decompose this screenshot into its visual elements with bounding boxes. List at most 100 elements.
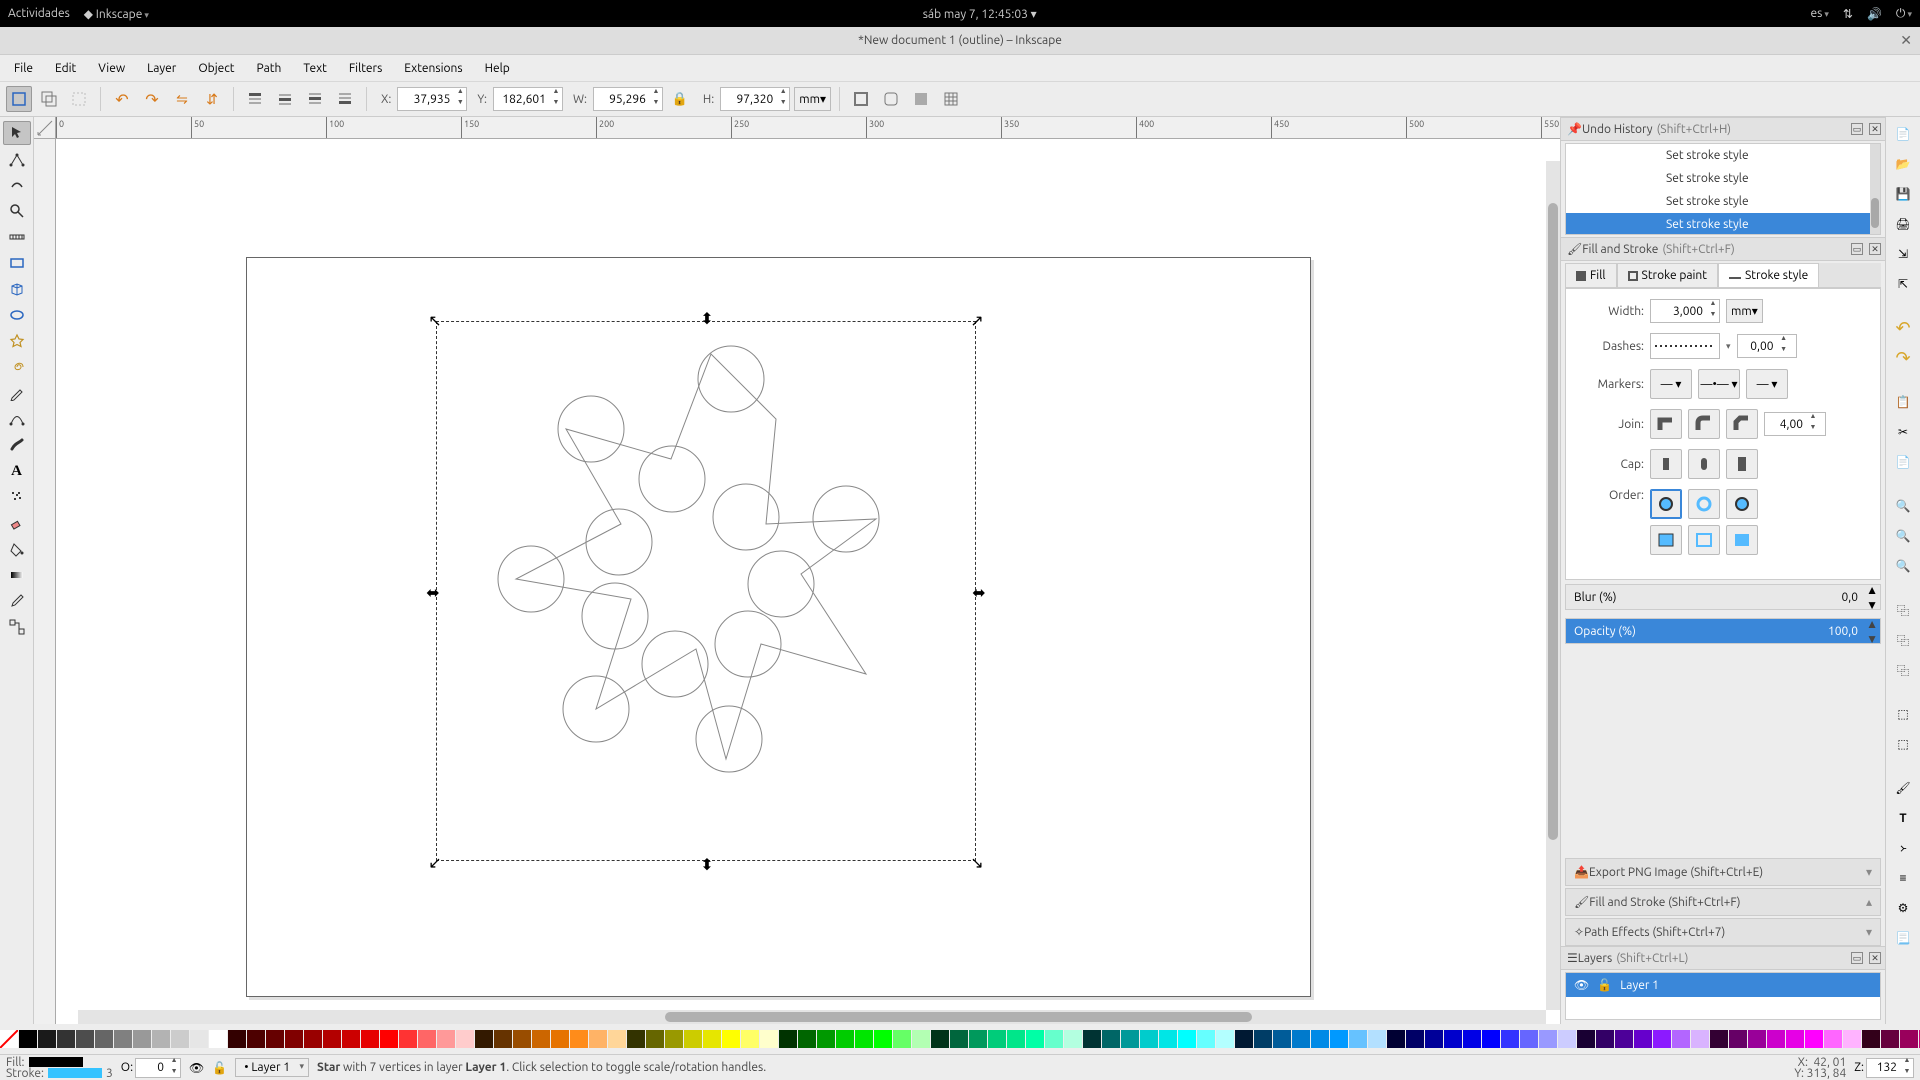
flip-v-button[interactable]: ⇵: [199, 86, 225, 112]
color-swatch[interactable]: [1672, 1030, 1690, 1048]
layers-list[interactable]: 👁 🔓 Layer 1: [1565, 972, 1881, 1020]
pencil-tool[interactable]: [3, 381, 31, 405]
tab-fill[interactable]: Fill: [1565, 263, 1617, 287]
history-item-selected[interactable]: Set stroke style: [1566, 213, 1880, 235]
color-swatch[interactable]: [190, 1030, 208, 1048]
color-swatch[interactable]: [361, 1030, 379, 1048]
color-swatch[interactable]: [323, 1030, 341, 1048]
menu-path[interactable]: Path: [247, 58, 292, 79]
select-all-layers-button[interactable]: [6, 86, 32, 112]
rotate-ccw-button[interactable]: ↶: [109, 86, 135, 112]
zoom-drawing-button[interactable]: 🔍: [1890, 523, 1916, 549]
print-button[interactable]: 🖨: [1890, 211, 1916, 237]
color-swatch[interactable]: [1767, 1030, 1785, 1048]
sel-handle-nw[interactable]: ↖: [428, 313, 442, 327]
measure-tool[interactable]: [3, 225, 31, 249]
color-swatch[interactable]: [228, 1030, 246, 1048]
color-swatch[interactable]: [475, 1030, 493, 1048]
color-swatch[interactable]: [1159, 1030, 1177, 1048]
stroke-width-input[interactable]: ▲▼: [1650, 299, 1720, 323]
color-swatch[interactable]: [1102, 1030, 1120, 1048]
save-button[interactable]: 💾: [1890, 181, 1916, 207]
lock-wh-button[interactable]: 🔒: [667, 86, 693, 112]
scale-corners-button[interactable]: [878, 86, 904, 112]
spray-tool[interactable]: [3, 485, 31, 509]
color-swatch[interactable]: [874, 1030, 892, 1048]
color-swatch[interactable]: [1083, 1030, 1101, 1048]
color-swatch[interactable]: [779, 1030, 797, 1048]
layer-visible-icon[interactable]: 👁: [1574, 978, 1589, 992]
window-close-button[interactable]: ✕: [1900, 32, 1912, 49]
layer-name[interactable]: Layer 1: [1620, 979, 1659, 992]
menu-file[interactable]: File: [4, 58, 43, 79]
color-swatch[interactable]: [1634, 1030, 1652, 1048]
color-swatch[interactable]: [1026, 1030, 1044, 1048]
color-swatch[interactable]: [1862, 1030, 1880, 1048]
flip-h-button[interactable]: ⇋: [169, 86, 195, 112]
cap-butt-button[interactable]: [1650, 449, 1682, 479]
color-swatch[interactable]: [152, 1030, 170, 1048]
export-button[interactable]: ⇱: [1890, 271, 1916, 297]
history-item[interactable]: Set stroke style: [1566, 167, 1880, 190]
activities-button[interactable]: Actividades: [8, 7, 70, 20]
color-swatch[interactable]: [570, 1030, 588, 1048]
dropper-tool[interactable]: [3, 589, 31, 613]
color-swatch[interactable]: [1235, 1030, 1253, 1048]
color-swatch[interactable]: [1577, 1030, 1595, 1048]
panel-close-button[interactable]: ✕: [1869, 952, 1881, 964]
color-swatch[interactable]: [798, 1030, 816, 1048]
color-swatch[interactable]: [494, 1030, 512, 1048]
zoom-field[interactable]: Z: ▲▼: [1854, 1058, 1914, 1078]
color-swatch[interactable]: [741, 1030, 759, 1048]
color-swatch[interactable]: [1406, 1030, 1424, 1048]
sel-handle-e[interactable]: ⬌: [972, 585, 986, 599]
color-swatch[interactable]: [1254, 1030, 1272, 1048]
import-button[interactable]: ⇲: [1890, 241, 1916, 267]
color-swatch[interactable]: [1349, 1030, 1367, 1048]
color-swatch[interactable]: [817, 1030, 835, 1048]
color-swatch[interactable]: [1710, 1030, 1728, 1048]
canvas-v-scrollbar[interactable]: [1546, 161, 1560, 1010]
color-swatch[interactable]: [988, 1030, 1006, 1048]
color-swatch[interactable]: [1729, 1030, 1747, 1048]
prefs-button[interactable]: ⚙: [1890, 895, 1916, 921]
raise-top-button[interactable]: [242, 86, 268, 112]
redo-button[interactable]: ↷: [1890, 345, 1916, 371]
sel-handle-n[interactable]: ⬍: [700, 311, 714, 325]
duplicate-button[interactable]: ⿻: [1890, 597, 1916, 623]
cap-square-button[interactable]: [1726, 449, 1758, 479]
fill-stroke-collapsed[interactable]: 🖌 Fill and Stroke (Shift+Ctrl+F): [1565, 888, 1881, 916]
color-swatch[interactable]: [1273, 1030, 1291, 1048]
cap-round-button[interactable]: [1688, 449, 1720, 479]
color-swatch[interactable]: [1786, 1030, 1804, 1048]
group-button[interactable]: ⬚: [1890, 701, 1916, 727]
join-bevel-button[interactable]: [1726, 409, 1758, 439]
opacity-field[interactable]: O: ▲▼: [121, 1058, 181, 1078]
star-tool[interactable]: [3, 329, 31, 353]
color-swatch[interactable]: [1463, 1030, 1481, 1048]
move-patterns-button[interactable]: [938, 86, 964, 112]
zoom-page-button[interactable]: 🔍: [1890, 553, 1916, 579]
calligraphy-tool[interactable]: [3, 433, 31, 457]
color-swatch[interactable]: [1558, 1030, 1576, 1048]
doc-props-button[interactable]: 📃: [1890, 925, 1916, 951]
select-in-all-layers-button[interactable]: [36, 86, 62, 112]
color-swatch[interactable]: [1197, 1030, 1215, 1048]
color-swatch[interactable]: [418, 1030, 436, 1048]
path-effects-panel[interactable]: ✧ Path Effects (Shift+Ctrl+7): [1565, 918, 1881, 946]
color-swatch[interactable]: [19, 1030, 37, 1048]
color-swatch[interactable]: [380, 1030, 398, 1048]
y-input[interactable]: ▲▼: [493, 87, 563, 111]
lower-button[interactable]: [302, 86, 328, 112]
tweak-tool[interactable]: [3, 173, 31, 197]
dashes-select[interactable]: [1650, 333, 1720, 359]
color-swatch[interactable]: [285, 1030, 303, 1048]
color-swatch[interactable]: [1045, 1030, 1063, 1048]
marker-start-select[interactable]: — ▾: [1650, 369, 1692, 399]
color-swatch[interactable]: [836, 1030, 854, 1048]
fill-stroke-header[interactable]: 🖌 Fill and Stroke (Shift+Ctrl+F) ▭✕: [1561, 237, 1885, 261]
color-swatch[interactable]: [1121, 1030, 1139, 1048]
color-swatch[interactable]: [1311, 1030, 1329, 1048]
color-swatch[interactable]: [1216, 1030, 1234, 1048]
eraser-tool[interactable]: [3, 511, 31, 535]
